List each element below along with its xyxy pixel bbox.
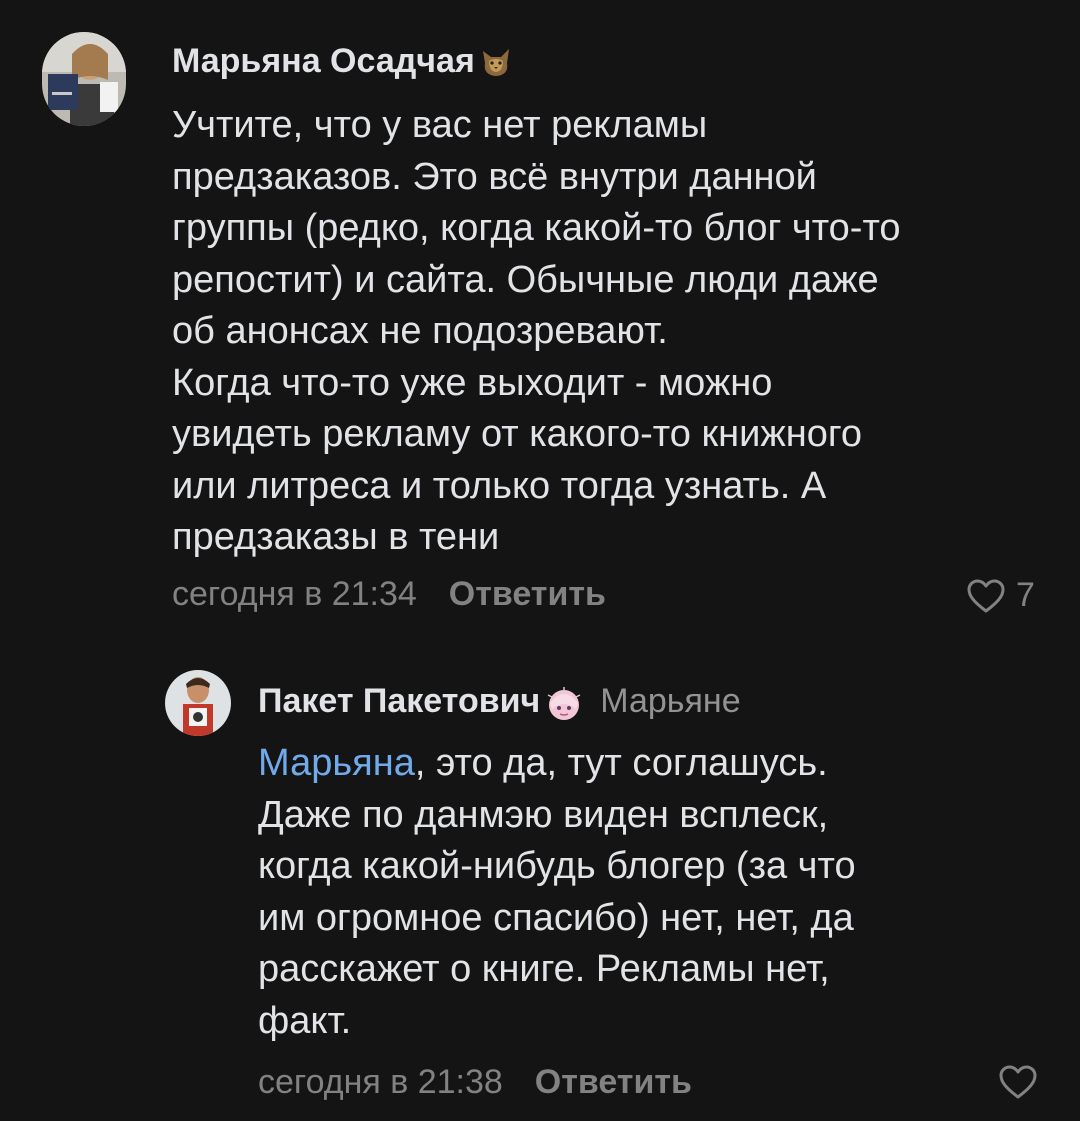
mention-link[interactable]: Марьяна	[258, 742, 415, 784]
comment: Марьяна Осадчая Учтите, что у вас нет ре…	[0, 0, 1080, 640]
author-name[interactable]: Пакет Пакетович	[258, 682, 540, 721]
like-count: 7	[1016, 576, 1035, 614]
avatar-photo	[165, 670, 231, 736]
reply-button[interactable]: Ответить	[449, 575, 606, 614]
heart-outline-icon	[966, 578, 1006, 614]
comment-text-body: , это да, тут соглашусь. Даже по данмэю …	[258, 742, 856, 1042]
anime-girl-emoji-icon	[544, 685, 581, 720]
comment-time: сегодня в 21:34	[172, 575, 417, 613]
comment-author[interactable]: Марьяна Осадчая	[172, 42, 513, 81]
reply-to-name[interactable]: Марьяне	[600, 682, 740, 721]
author-name[interactable]: Марьяна Осадчая	[172, 42, 475, 81]
heart-outline-icon	[998, 1064, 1038, 1100]
cat-emoji-icon	[479, 45, 513, 79]
comment-text: Марьяна, это да, тут соглашусь. Даже по …	[258, 738, 1058, 1047]
comment-meta: сегодня в 21:34 Ответить	[172, 575, 606, 614]
comment-meta: сегодня в 21:38 Ответить	[258, 1063, 692, 1102]
comment-time: сегодня в 21:38	[258, 1063, 503, 1101]
avatar[interactable]	[165, 670, 231, 736]
avatar[interactable]	[42, 32, 126, 126]
avatar-photo	[42, 32, 126, 126]
comment-author[interactable]: Пакет Пакетович Марьяне	[258, 682, 741, 721]
like-button[interactable]	[998, 1064, 1038, 1100]
reply-comment: Пакет Пакетович Марьяне Марьяна, это да,…	[0, 640, 1080, 1121]
like-button[interactable]: 7	[966, 576, 1035, 615]
comment-text: Учтите, что у вас нет рекламы предзаказо…	[172, 104, 901, 558]
reply-button[interactable]: Ответить	[535, 1063, 692, 1102]
